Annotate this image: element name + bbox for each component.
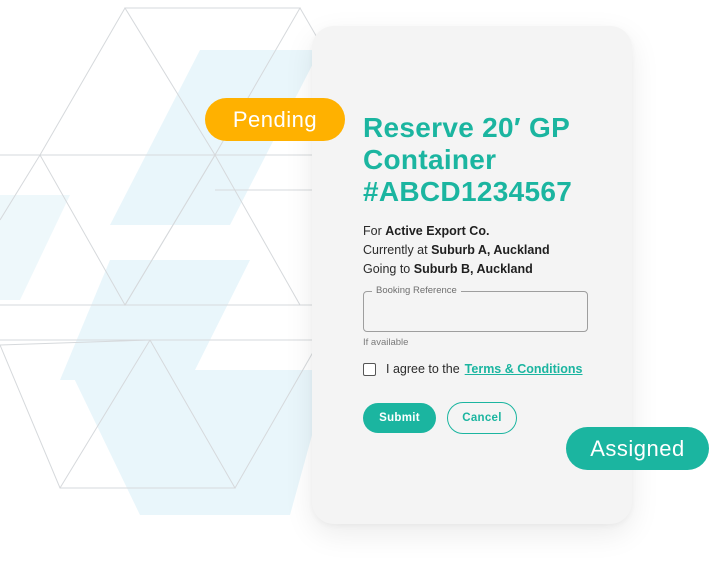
background-band [0, 195, 70, 300]
client-line: For Active Export Co. [363, 222, 618, 241]
client-prefix: For [363, 224, 382, 238]
title-line: #ABCD1234567 [363, 176, 573, 207]
terms-checkbox[interactable] [363, 362, 376, 376]
background-band [70, 370, 330, 515]
current-location-prefix: Currently at [363, 243, 428, 257]
booking-reference-field[interactable]: Booking Reference [363, 285, 588, 332]
destination-prefix: Going to [363, 262, 411, 276]
current-location-line: Currently at Suburb A, Auckland [363, 241, 618, 260]
booking-reference-input[interactable] [364, 292, 587, 331]
submit-button[interactable]: Submit [363, 403, 436, 433]
assigned-status-badge: Assigned [566, 427, 709, 470]
destination-line: Going to Suburb B, Auckland [363, 260, 618, 279]
terms-agree-text: I agree to the [386, 362, 460, 376]
terms-link[interactable]: Terms & Conditions [465, 362, 583, 376]
page-title: Reserve 20′ GP Container #ABCD1234567 [363, 112, 613, 208]
title-line: Reserve 20′ GP [363, 112, 571, 143]
current-location-value: Suburb A, Auckland [431, 243, 550, 257]
stage: Reserve 20′ GP Container #ABCD1234567 Fo… [0, 0, 723, 566]
container-details: For Active Export Co. Currently at Subur… [363, 222, 618, 279]
booking-reference-helper: If available [363, 337, 409, 348]
destination-value: Suburb B, Auckland [413, 262, 533, 276]
client-value: Active Export Co. [385, 224, 490, 238]
cancel-button[interactable]: Cancel [447, 402, 517, 434]
background-band [60, 260, 250, 380]
terms-agreement[interactable]: I agree to the Terms & Conditions [363, 362, 583, 376]
title-line: Container [363, 144, 497, 175]
pending-status-badge: Pending [205, 98, 345, 141]
